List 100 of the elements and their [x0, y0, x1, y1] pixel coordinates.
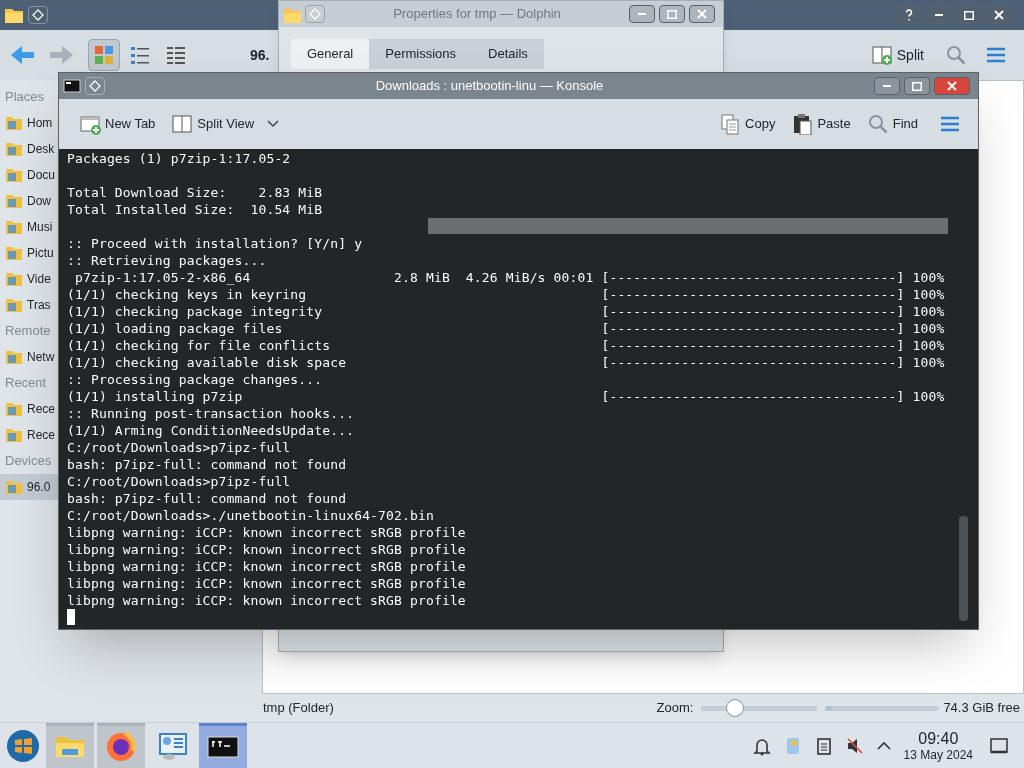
start-orb-icon[interactable]: [5, 727, 41, 764]
terminal-line: (1/1) checking keys in keyring [------------------------------------] 100%: [67, 286, 945, 303]
compact-view-icon: [129, 44, 151, 66]
icons-view-icon: [93, 44, 115, 66]
maximize-button[interactable]: [904, 77, 930, 95]
terminal-line: p7zip-1:17.05-2-x86_64 2.8 MiB 4.26 MiB/s 00:01 [------------------------------------] 100%: [73, 269, 945, 286]
window-menu-button[interactable]: [28, 6, 48, 24]
minimize-button[interactable]: [926, 6, 952, 24]
terminal-line: libpng warning: iCCP: known incorrect sRGB profile: [67, 541, 466, 558]
window-title: Downloads : unetbootin-linu — Konsole: [374, 77, 605, 96]
places-item[interactable]: Docu: [0, 162, 58, 188]
close-icon: [994, 10, 1004, 20]
help-icon: [905, 9, 913, 21]
minimize-icon: [883, 85, 891, 87]
zoom-label: Zoom:: [656, 699, 694, 718]
minimize-icon: [935, 14, 943, 16]
split-icon: [870, 44, 893, 66]
new-tab-icon: [79, 113, 101, 135]
terminal-line: libpng warning: iCCP: known incorrect sRGB profile: [67, 524, 466, 541]
paste-button[interactable]: Paste: [787, 113, 855, 135]
maximize-button[interactable]: [956, 6, 982, 24]
terminal-line: libpng warning: iCCP: known incorrect sRGB profile: [67, 592, 466, 609]
folder-icon: [5, 114, 23, 132]
terminal-line: (1/1) checking package integrity [------------------------------------] 100%: [67, 303, 945, 320]
tab[interactable]: Details: [472, 39, 544, 69]
tab[interactable]: Permissions: [369, 39, 473, 69]
details-view-icon: [165, 44, 187, 66]
maximize-icon: [912, 81, 922, 91]
dialog-title: Properties for tmp — Dolphin: [392, 5, 562, 24]
terminal-line: Total Download Size: 2.83 MiB: [67, 184, 323, 201]
tab[interactable]: General: [291, 39, 370, 69]
terminal-icon: [63, 78, 81, 94]
muted-speaker-icon[interactable]: [844, 735, 865, 756]
terminal-line: C:/root/Downloads>./unetbootin-linux64-702.bin: [67, 507, 434, 524]
section-header: Remote: [4, 322, 51, 341]
close-button[interactable]: [689, 5, 715, 23]
diamond-icon: [32, 9, 44, 21]
places-item[interactable]: Tras: [0, 292, 58, 318]
find-button[interactable]: Find: [862, 113, 922, 135]
diamond-icon: [309, 8, 321, 20]
terminal-line: libpng warning: iCCP: known incorrect sRGB profile: [67, 558, 466, 575]
places-item[interactable]: Rece: [0, 396, 58, 422]
terminal-line: (1/1) checking available disk space [------------------------------------] 100%: [67, 354, 945, 371]
folder-icon: [5, 348, 23, 366]
clock-date: 13 May 2024: [903, 748, 973, 761]
clock[interactable]: 09:40 13 May 2024: [903, 730, 973, 761]
window-menu-button[interactable]: [85, 77, 105, 95]
text-cursor: [67, 609, 75, 625]
maximize-button[interactable]: [659, 5, 685, 23]
places-item[interactable]: Hom: [0, 110, 58, 136]
section-header: Places: [4, 88, 45, 107]
places-item[interactable]: Dow: [0, 188, 58, 214]
folder-icon: [5, 166, 23, 184]
search-icon: [866, 113, 889, 135]
terminal-line: :: Running post-transaction hooks...: [67, 405, 355, 422]
taskbar-button[interactable]: [199, 722, 247, 768]
places-item[interactable]: Desk: [0, 136, 58, 162]
scrollbar[interactable]: [959, 516, 968, 621]
section-header: Recent: [4, 374, 47, 393]
split-button[interactable]: Split: [866, 44, 928, 66]
copy-button[interactable]: Copy: [715, 113, 780, 135]
folder-icon: [5, 192, 23, 210]
close-button[interactable]: [934, 77, 970, 95]
close-icon: [697, 9, 707, 19]
split-view-icon: [171, 113, 194, 135]
slider-handle[interactable]: [725, 699, 744, 717]
places-item[interactable]: Rece: [0, 422, 58, 448]
terminal-line: (1/1) loading package files [------------------------------------] 100%: [67, 320, 945, 337]
diamond-icon: [89, 80, 101, 92]
clipboard-icon: [791, 113, 814, 135]
close-button[interactable]: [986, 6, 1012, 24]
minimize-button[interactable]: [874, 77, 900, 95]
clock-time: 09:40: [918, 730, 959, 747]
places-item[interactable]: Netw: [0, 344, 58, 370]
location-text: 96.: [250, 45, 270, 65]
terminal-line: (1/1) installing p7zip [------------------------------------] 100%: [67, 388, 945, 405]
places-item[interactable]: 96.0: [0, 474, 58, 500]
places-item[interactable]: Pictu: [0, 240, 58, 266]
terminal-line: libpng warning: iCCP: known incorrect sRGB profile: [67, 575, 466, 592]
terminal-line: :: Retrieving packages...: [67, 252, 267, 269]
terminal-area[interactable]: [59, 149, 978, 629]
terminal-line: C:/root/Downloads>p7ipz-full: [67, 473, 291, 490]
status-text: tmp (Folder): [263, 699, 334, 718]
places-item[interactable]: Vide: [0, 266, 58, 292]
folder-icon: [5, 478, 23, 496]
split-view-button[interactable]: Split View: [167, 113, 259, 135]
maximize-icon: [667, 9, 677, 19]
new-tab-button[interactable]: New Tab: [75, 113, 160, 135]
places-item[interactable]: Musi: [0, 214, 58, 240]
show-desktop-icon[interactable]: [989, 735, 1009, 756]
terminal-line: Packages (1) p7zip-1:17.05-2: [67, 150, 291, 167]
help-button[interactable]: [896, 6, 922, 24]
minimize-icon: [638, 13, 646, 15]
minimize-button[interactable]: [629, 5, 655, 23]
terminal-line: :: Processing package changes...: [67, 371, 323, 388]
section-header: Devices: [4, 452, 52, 471]
folder-icon: [5, 400, 23, 418]
free-space-text: 74.3 GiB free: [943, 699, 1020, 718]
folder-icon: [5, 296, 23, 314]
maximize-icon: [964, 10, 974, 20]
